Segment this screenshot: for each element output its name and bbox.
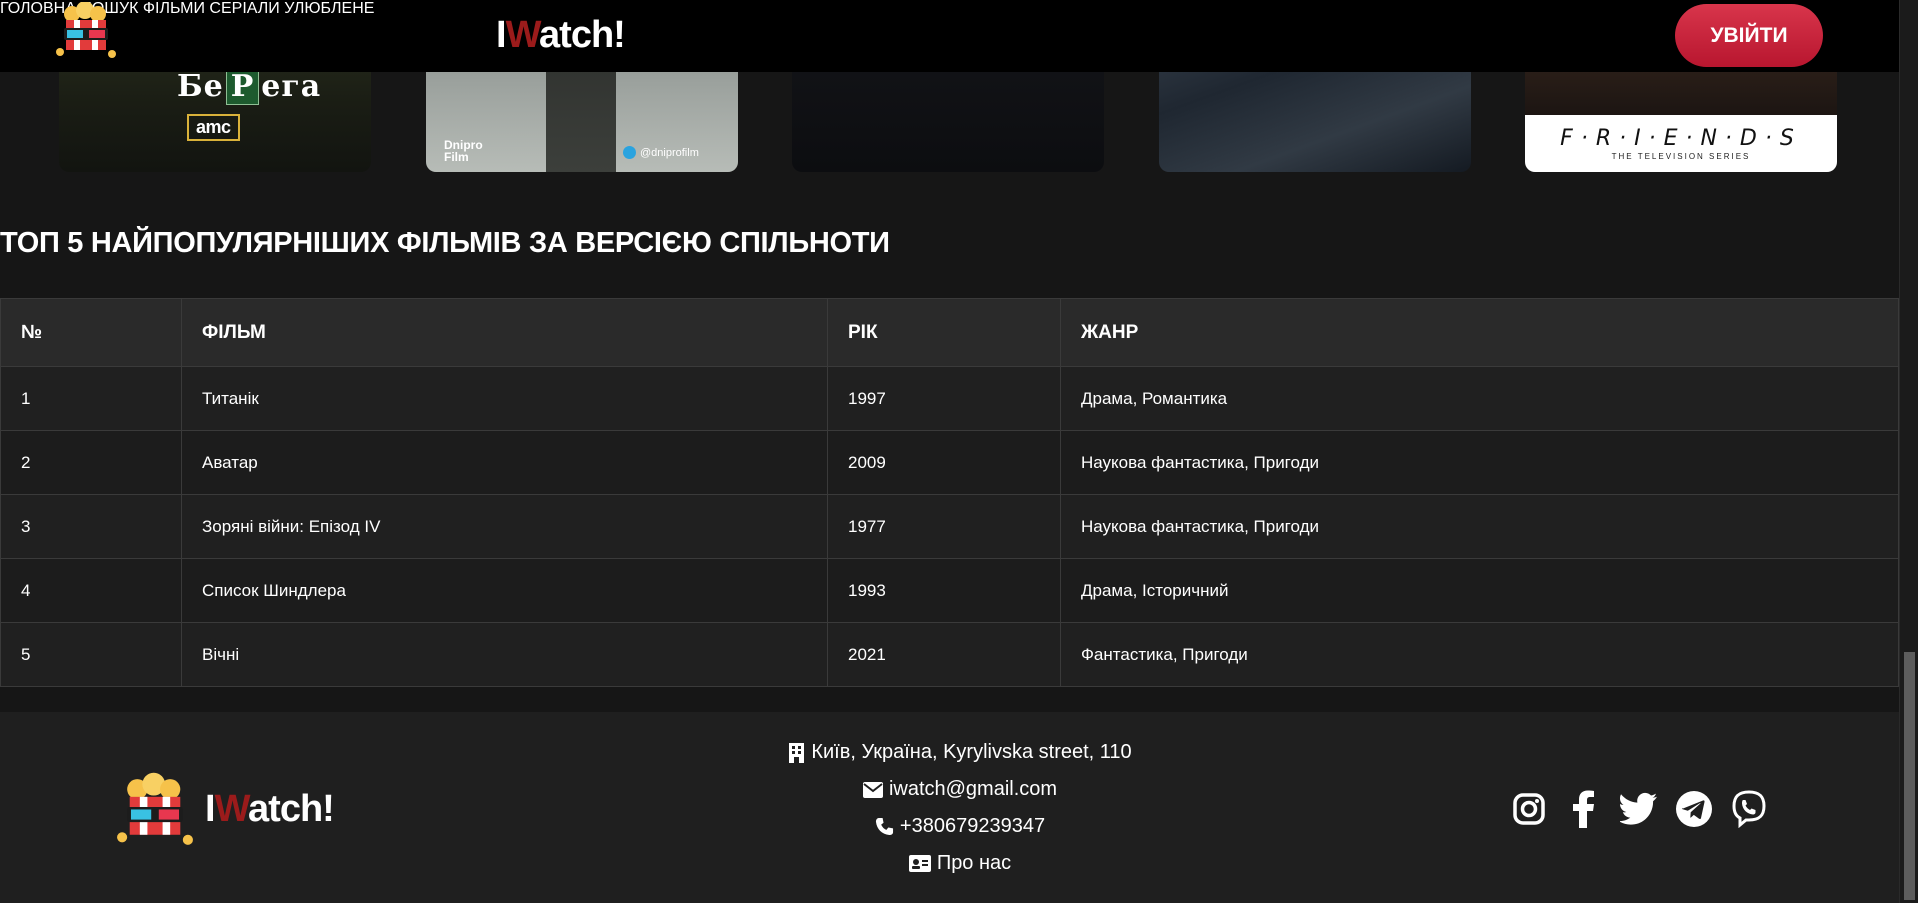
amc-logo: amc bbox=[187, 114, 240, 141]
social-links bbox=[1510, 790, 1768, 828]
cell-number: 1 bbox=[0, 366, 182, 431]
envelope-icon bbox=[862, 781, 883, 798]
table-row[interactable]: 1 Титанік 1997 Драма, Романтика bbox=[0, 366, 1899, 431]
nav-series[interactable]: СЕРІАЛИ bbox=[209, 0, 279, 17]
cell-number: 4 bbox=[0, 558, 182, 623]
twitter-icon[interactable] bbox=[1620, 790, 1658, 828]
table-row[interactable]: 2 Аватар 2009 Наукова фантастика, Пригод… bbox=[0, 430, 1899, 495]
popcorn-logo-icon[interactable] bbox=[112, 772, 198, 852]
table-row[interactable]: 3 Зоряні війни: Епізод IV 1977 Наукова ф… bbox=[0, 494, 1899, 559]
instagram-icon[interactable] bbox=[1510, 790, 1548, 828]
cell-number: 3 bbox=[0, 494, 182, 559]
building-icon bbox=[789, 742, 805, 763]
cell-film: Аватар bbox=[181, 430, 828, 495]
telegram-icon bbox=[623, 146, 636, 159]
address-text: Київ, Україна, Kyrylivska street, 110 bbox=[811, 741, 1132, 763]
cell-film: Титанік bbox=[181, 366, 828, 431]
studio-label: Dnipro Film bbox=[444, 138, 483, 164]
cell-number: 5 bbox=[0, 622, 182, 687]
cell-year: 2009 bbox=[827, 430, 1061, 495]
telegram-handle: @dniprofilm bbox=[640, 146, 699, 159]
nav-movies[interactable]: ФІЛЬМИ bbox=[143, 0, 205, 17]
viber-icon[interactable] bbox=[1730, 790, 1768, 828]
phone-icon bbox=[875, 817, 893, 836]
top-movies-table: № ФІЛЬМ РІК ЖАНР 1 Титанік 1997 Драма, Р… bbox=[0, 298, 1899, 687]
id-card-icon bbox=[908, 855, 931, 872]
telegram-icon[interactable] bbox=[1675, 790, 1713, 828]
table-header-row: № ФІЛЬМ РІК ЖАНР bbox=[0, 298, 1899, 367]
table-row[interactable]: 5 Вічні 2021 Фантастика, Пригоди bbox=[0, 622, 1899, 687]
cell-film: Вічні bbox=[181, 622, 828, 687]
phone-text: +380679239347 bbox=[899, 815, 1046, 837]
cell-film: Зоряні війни: Епізод IV bbox=[181, 494, 828, 559]
column-header-year: РІК bbox=[827, 298, 1061, 367]
main-nav: ГОЛОВНА ПОШУК ФІЛЬМИ СЕРІАЛИ УЛЮБЛЕНЕ bbox=[0, 0, 1918, 18]
poster-subtitle: THE TELEVISION SERIES bbox=[1611, 152, 1751, 161]
footer-contacts: Київ, Україна, Kyrylivska street, 110 iw… bbox=[700, 740, 1220, 876]
cell-year: 1977 bbox=[827, 494, 1061, 559]
cell-genre: Наукова фантастика, Пригоди bbox=[1060, 494, 1899, 559]
footer-brand-name[interactable]: IWatch! bbox=[205, 788, 335, 831]
poster-title: F·R·I·E·N·D·S bbox=[1560, 126, 1802, 151]
table-row[interactable]: 4 Список Шиндлера 1993 Драма, Історичний bbox=[0, 558, 1899, 623]
cell-genre: Фантастика, Пригоди bbox=[1060, 622, 1899, 687]
scrollbar-thumb[interactable] bbox=[1904, 652, 1915, 900]
about-link[interactable]: Про нас bbox=[908, 851, 1012, 876]
site-footer: IWatch! Київ, Україна, Kyrylivska street… bbox=[0, 712, 1899, 903]
cell-year: 2021 bbox=[827, 622, 1061, 687]
column-header-number: № bbox=[0, 298, 182, 367]
cell-year: 1993 bbox=[827, 558, 1061, 623]
top-navbar: IWatch! ГОЛОВНА ПОШУК ФІЛЬМИ СЕРІАЛИ УЛЮ… bbox=[0, 0, 1918, 72]
popcorn-logo-icon[interactable] bbox=[52, 1, 120, 62]
phone-line[interactable]: +380679239347 bbox=[875, 814, 1045, 839]
facebook-icon[interactable] bbox=[1565, 790, 1603, 828]
cell-film: Список Шиндлера bbox=[181, 558, 828, 623]
email-line[interactable]: iwatch@gmail.com bbox=[862, 777, 1058, 802]
address-line: Київ, Україна, Kyrylivska street, 110 bbox=[788, 740, 1132, 765]
cell-number: 2 bbox=[0, 430, 182, 495]
email-text: iwatch@gmail.com bbox=[888, 778, 1058, 800]
cell-year: 1997 bbox=[827, 366, 1061, 431]
cell-genre: Наукова фантастика, Пригоди bbox=[1060, 430, 1899, 495]
cell-genre: Драма, Романтика bbox=[1060, 366, 1899, 431]
cell-genre: Драма, Історичний bbox=[1060, 558, 1899, 623]
page-scrollbar[interactable] bbox=[1899, 0, 1918, 903]
section-title: ТОП 5 НАЙПОПУЛЯРНІШИХ ФІЛЬМІВ ЗА ВЕРСІЄЮ… bbox=[0, 227, 890, 259]
column-header-genre: ЖАНР bbox=[1060, 298, 1899, 367]
about-text: Про нас bbox=[936, 852, 1012, 874]
nav-favorites[interactable]: УЛЮБЛЕНЕ bbox=[284, 0, 374, 17]
telegram-tag: @dniprofilm bbox=[623, 146, 699, 159]
poster-title: Бе Рега bbox=[177, 68, 322, 105]
column-header-film: ФІЛЬМ bbox=[181, 298, 828, 367]
brand-name[interactable]: IWatch! bbox=[496, 14, 626, 57]
login-button[interactable]: УВІЙТИ bbox=[1675, 4, 1823, 67]
